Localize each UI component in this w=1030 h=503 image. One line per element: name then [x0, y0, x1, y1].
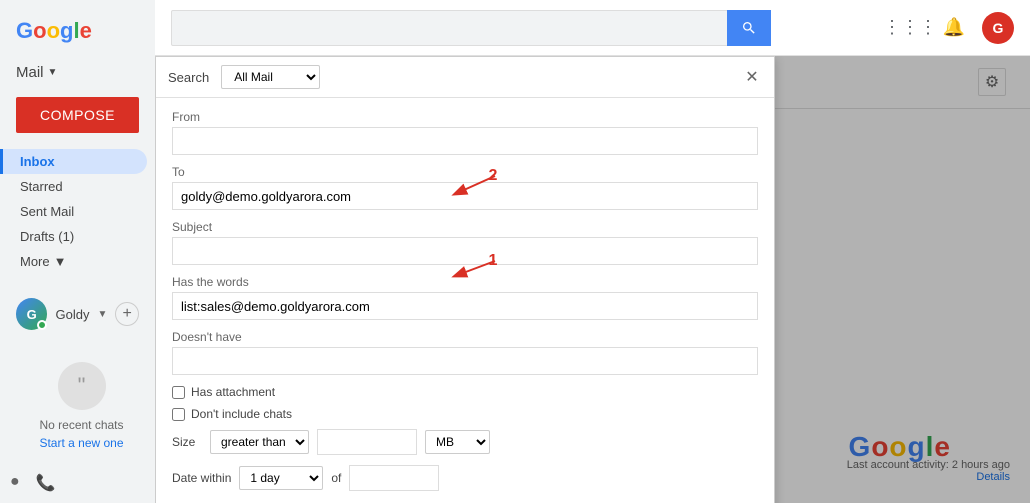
sidebar-bottom: G Goldy ▼ + " No recent chats Start a ne… [0, 290, 155, 458]
google-logo: G o o g l e [0, 10, 155, 60]
has-words-row: Has the words [172, 275, 758, 320]
quote-icon: " [78, 373, 86, 399]
sidebar: G o o g l e Mail ▼ COMPOSE Inbox Starred… [0, 0, 155, 503]
doesnt-have-input[interactable] [172, 347, 758, 375]
nav-item-sent-mail[interactable]: Sent Mail [0, 199, 147, 224]
dont-include-chats-row: Don't include chats [172, 407, 758, 421]
start-new-chat-link[interactable]: Start a new one [39, 436, 123, 450]
more-arrow-icon: ▼ [54, 254, 67, 269]
logo-letter-o1: o [33, 18, 46, 44]
logo-letter-g2: g [60, 18, 73, 44]
all-mail-select[interactable]: All Mail Primary Social Promotions [221, 65, 320, 89]
size-value-input[interactable] [317, 429, 417, 455]
no-chats-label: No recent chats [39, 418, 123, 432]
dialog-search-label: Search [168, 70, 209, 85]
has-words-label: Has the words [172, 275, 758, 289]
dont-include-chats-label: Don't include chats [191, 407, 292, 421]
chat-icon: " [58, 362, 106, 410]
notifications-button[interactable]: 🔔 [938, 12, 970, 44]
doesnt-have-row: Doesn't have [172, 330, 758, 375]
user-avatar-top[interactable]: G [982, 12, 1014, 44]
doesnt-have-label: Doesn't have [172, 330, 758, 344]
avatar-status [37, 320, 47, 330]
user-dropdown-arrow: ▼ [97, 309, 107, 320]
user-name: Goldy [55, 307, 89, 322]
contact-icon[interactable]: ● [10, 473, 20, 493]
phone-icon[interactable]: 📞 [36, 473, 56, 493]
compose-button[interactable]: COMPOSE [16, 97, 139, 133]
close-dialog-button[interactable]: ✕ [742, 67, 762, 87]
apps-button[interactable]: ⋮⋮⋮ [894, 12, 926, 44]
search-button[interactable] [727, 10, 771, 46]
to-input[interactable] [172, 182, 758, 210]
subject-label: Subject [172, 220, 758, 234]
date-within-label: Date within [172, 471, 231, 485]
has-attachment-row: Has attachment [172, 385, 758, 399]
nav-item-inbox[interactable]: Inbox [0, 149, 147, 174]
size-unit-select[interactable]: MB KB Bytes [425, 430, 490, 454]
add-user-button[interactable]: + [115, 302, 139, 326]
nav-item-more[interactable]: More ▼ [0, 249, 155, 274]
nav-item-starred[interactable]: Starred [0, 174, 147, 199]
search-icon [741, 20, 757, 36]
search-input[interactable] [171, 10, 771, 46]
top-icons: ⋮⋮⋮ 🔔 G [894, 12, 1014, 44]
logo-letter-e: e [80, 18, 92, 44]
nav-item-drafts[interactable]: Drafts (1) [0, 224, 147, 249]
to-row: To [172, 165, 758, 210]
size-comparison-select[interactable]: greater than less than [210, 430, 309, 454]
mail-label-text: Mail [16, 64, 44, 81]
user-row[interactable]: G Goldy ▼ + [8, 290, 147, 338]
chat-section: " No recent chats Start a new one [23, 338, 131, 458]
date-row: Date within 1 day 3 days 1 week 2 weeks … [172, 465, 758, 491]
date-within-select[interactable]: 1 day 3 days 1 week 2 weeks 1 month 2 mo… [239, 466, 323, 490]
has-attachment-checkbox[interactable] [172, 386, 185, 399]
size-label: Size [172, 435, 202, 449]
dialog-body: From To Subject Has the words [156, 98, 774, 503]
date-input[interactable] [349, 465, 439, 491]
main-content: ⋮⋮⋮ 🔔 G ail! ⚙ Search All Mail Primary S… [155, 0, 1030, 503]
logo-letter-o2: o [47, 18, 60, 44]
search-box-area [171, 10, 771, 46]
from-row: From [172, 110, 758, 155]
size-row: Size greater than less than MB KB Bytes [172, 429, 758, 455]
logo-letter-g: G [16, 18, 33, 44]
to-label: To [172, 165, 758, 179]
search-dialog: Search All Mail Primary Social Promotion… [155, 56, 775, 503]
from-label: From [172, 110, 758, 124]
has-attachment-label: Has attachment [191, 385, 275, 399]
top-bar: ⋮⋮⋮ 🔔 G [155, 0, 1030, 56]
subject-input[interactable] [172, 237, 758, 265]
subject-row: Subject [172, 220, 758, 265]
dialog-top-bar: Search All Mail Primary Social Promotion… [156, 57, 774, 98]
content-area: ail! ⚙ Search All Mail Primary Social Pr… [155, 56, 1030, 503]
mail-dropdown[interactable]: Mail ▼ [0, 60, 155, 89]
has-words-input[interactable] [172, 292, 758, 320]
mail-dropdown-arrow: ▼ [48, 67, 58, 78]
from-input[interactable] [172, 127, 758, 155]
dont-include-chats-checkbox[interactable] [172, 408, 185, 421]
date-of-label: of [331, 471, 341, 485]
avatar: G [16, 298, 47, 330]
sidebar-footer-icons: ● 📞 [10, 473, 56, 493]
